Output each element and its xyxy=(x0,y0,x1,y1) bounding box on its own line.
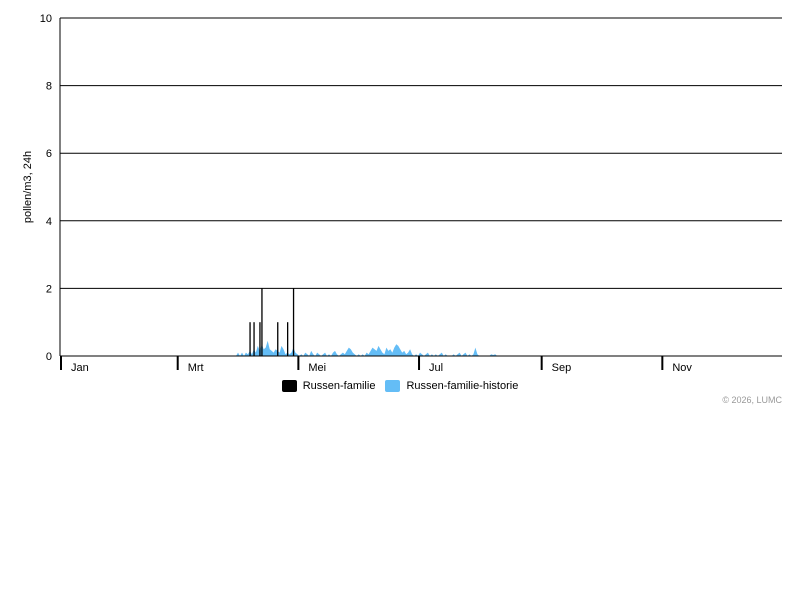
legend-item-russen-familie-historie[interactable]: Russen-familie-historie xyxy=(385,380,518,392)
russen-familie-bar[interactable] xyxy=(259,322,261,356)
y-tick-label: 8 xyxy=(46,81,52,93)
history-area-path xyxy=(236,340,498,356)
y-tick-label: 6 xyxy=(46,148,52,160)
legend: Russen-familie Russen-familie-historie xyxy=(0,380,800,392)
y-tick-label: 0 xyxy=(46,351,52,363)
y-tick-label: 2 xyxy=(46,283,52,295)
y-tick-label: 10 xyxy=(40,13,52,25)
credit-text: © 2026, LUMC xyxy=(722,395,782,405)
x-tick-label: Jul xyxy=(429,362,443,374)
grid-layer xyxy=(59,17,782,357)
y-axis-title: pollen/m3, 24h xyxy=(22,151,34,223)
legend-swatch-russen-familie xyxy=(281,380,297,392)
legend-label-russen-familie-historie: Russen-familie-historie xyxy=(406,380,519,392)
x-tick-label: Sep xyxy=(552,362,572,374)
x-tick-label: Nov xyxy=(672,362,692,374)
russen-familie-bar[interactable] xyxy=(253,322,255,356)
legend-item-russen-familie[interactable]: Russen-familie xyxy=(281,380,376,392)
russen-familie-bar[interactable] xyxy=(287,322,289,356)
y-tick-label: 4 xyxy=(46,216,52,228)
russen-familie-bar[interactable] xyxy=(292,288,295,356)
x-tick-label: Jan xyxy=(71,362,89,374)
legend-swatch-russen-familie-historie xyxy=(385,380,401,392)
russen-familie-series xyxy=(249,288,295,356)
x-tick-label: Mei xyxy=(308,362,326,374)
history-series-area xyxy=(236,340,498,356)
russen-familie-bar[interactable] xyxy=(277,322,279,356)
chart-canvas: Jan Mrt Mei Jul Sep Nov 0 2 4 6 8 10 pollen/m3, 24… xyxy=(22,13,782,374)
russen-familie-bar[interactable] xyxy=(249,322,251,356)
legend-label-russen-familie: Russen-familie xyxy=(302,380,376,392)
y-axis-ticks: 0 2 4 6 8 10 xyxy=(40,13,52,363)
russen-familie-bar[interactable] xyxy=(261,288,263,356)
x-tick-label: Mrt xyxy=(188,362,204,374)
x-axis: Jan Mrt Mei Jul Sep Nov xyxy=(60,355,782,374)
